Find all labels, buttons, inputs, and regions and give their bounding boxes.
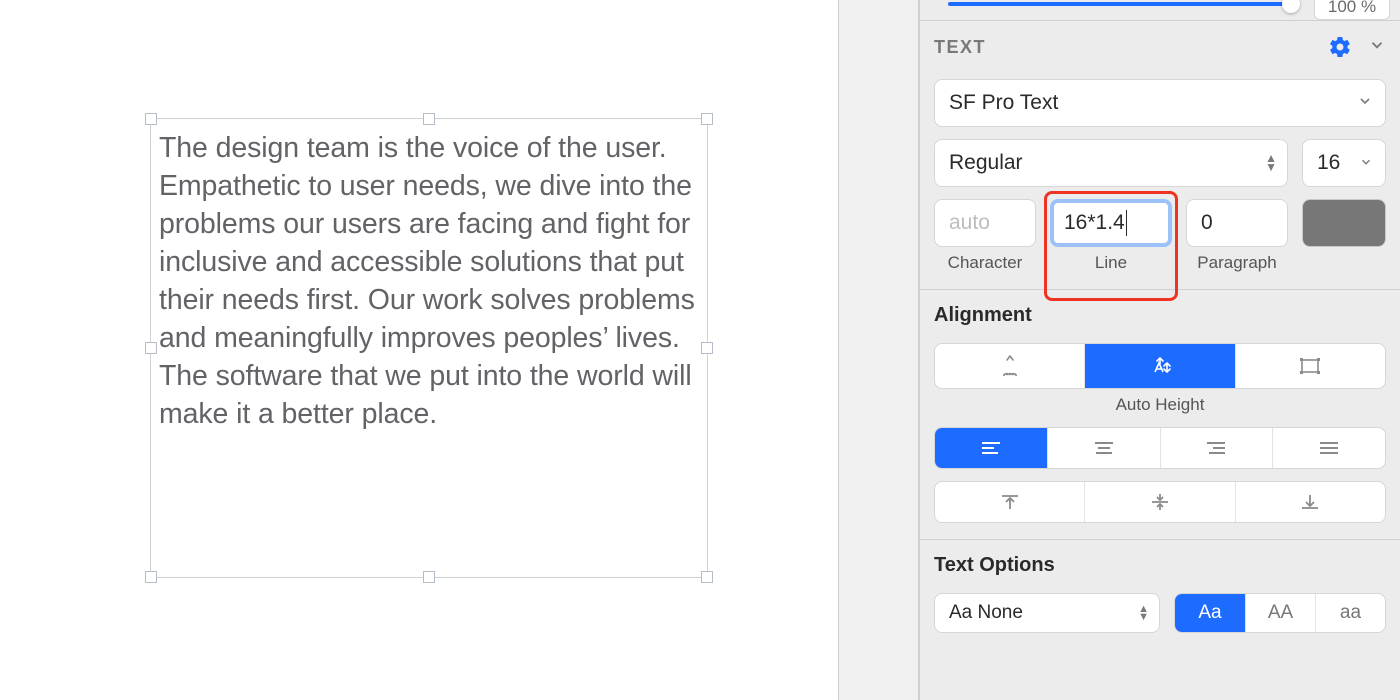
text-transform-value: Aa None (949, 602, 1023, 624)
text-section: TEXT SF Pro Text (920, 20, 1400, 289)
chevron-down-icon (1357, 91, 1373, 115)
resize-handle-top-left[interactable] (145, 113, 157, 125)
align-justify-button[interactable] (1272, 428, 1385, 468)
resize-handle-bottom-left[interactable] (145, 571, 157, 583)
stepper-icon: ▲▼ (1138, 605, 1149, 621)
gear-icon[interactable] (1328, 35, 1352, 59)
opacity-slider-row: 100 % (920, 0, 1400, 20)
opacity-readout[interactable]: 100 % (1314, 0, 1390, 20)
resize-handle-middle-right[interactable] (701, 342, 713, 354)
character-spacing-value[interactable] (949, 211, 1021, 235)
font-weight-select[interactable]: Regular ▲▼ (934, 139, 1288, 187)
font-weight-value: Regular (949, 151, 1023, 175)
resize-handle-bottom-right[interactable] (701, 571, 713, 583)
horizontal-align-segmented[interactable] (934, 427, 1386, 469)
case-title-button[interactable]: Aa (1175, 594, 1245, 632)
sizing-fixed-button[interactable] (935, 344, 1084, 388)
sizing-auto-height-button[interactable] (1084, 344, 1234, 388)
vertical-align-segmented[interactable] (934, 481, 1386, 523)
character-spacing-input[interactable] (934, 199, 1036, 247)
align-right-button[interactable] (1160, 428, 1273, 468)
text-sizing-segmented[interactable] (934, 343, 1386, 389)
pasteboard-edge (838, 0, 918, 700)
valign-top-button[interactable] (935, 482, 1084, 522)
opacity-slider-knob[interactable] (1282, 0, 1300, 13)
inspector-panel: 100 % TEXT SF Pro Text (918, 0, 1400, 700)
resize-handle-top-center[interactable] (423, 113, 435, 125)
font-family-value: SF Pro Text (949, 91, 1058, 115)
line-height-input[interactable]: 16*1.4 (1050, 199, 1172, 247)
text-content[interactable]: The design team is the voice of the user… (151, 119, 707, 441)
collapse-section-chevron-icon[interactable] (1368, 36, 1386, 59)
paragraph-spacing-value[interactable] (1201, 211, 1273, 235)
alignment-section: Alignment (920, 289, 1400, 539)
text-case-segmented[interactable]: Aa AA aa (1174, 593, 1386, 633)
text-color-swatch[interactable] (1302, 199, 1386, 247)
valign-bottom-button[interactable] (1235, 482, 1385, 522)
selected-text-frame[interactable]: The design team is the voice of the user… (150, 118, 708, 578)
chevron-down-icon (1359, 151, 1373, 175)
line-height-value[interactable]: 16*1.4 (1064, 211, 1125, 235)
valign-middle-button[interactable] (1084, 482, 1234, 522)
text-section-title: TEXT (934, 37, 986, 58)
alignment-title: Alignment (934, 304, 1386, 327)
resize-handle-bottom-center[interactable] (423, 571, 435, 583)
stepper-icon: ▲▼ (1265, 154, 1277, 172)
case-lower-button[interactable]: aa (1315, 594, 1385, 632)
canvas[interactable]: The design team is the voice of the user… (0, 0, 918, 700)
align-left-button[interactable] (935, 428, 1047, 468)
line-height-label: Line (1050, 253, 1172, 273)
character-spacing-label: Character (934, 253, 1036, 273)
sizing-auto-width-button[interactable] (1235, 344, 1385, 388)
align-center-button[interactable] (1047, 428, 1160, 468)
resize-handle-top-right[interactable] (701, 113, 713, 125)
case-upper-button[interactable]: AA (1245, 594, 1315, 632)
font-size-value: 16 (1317, 151, 1340, 175)
text-transform-select[interactable]: Aa None ▲▼ (934, 593, 1160, 633)
font-family-select[interactable]: SF Pro Text (934, 79, 1386, 127)
text-options-section: Text Options Aa None ▲▼ Aa AA aa (920, 539, 1400, 633)
opacity-slider-track[interactable] (948, 2, 1288, 6)
text-options-title: Text Options (934, 554, 1386, 577)
text-caret (1126, 210, 1127, 236)
sizing-caption: Auto Height (934, 395, 1386, 415)
paragraph-spacing-input[interactable] (1186, 199, 1288, 247)
resize-handle-middle-left[interactable] (145, 342, 157, 354)
font-size-select[interactable]: 16 (1302, 139, 1386, 187)
paragraph-spacing-label: Paragraph (1186, 253, 1288, 273)
